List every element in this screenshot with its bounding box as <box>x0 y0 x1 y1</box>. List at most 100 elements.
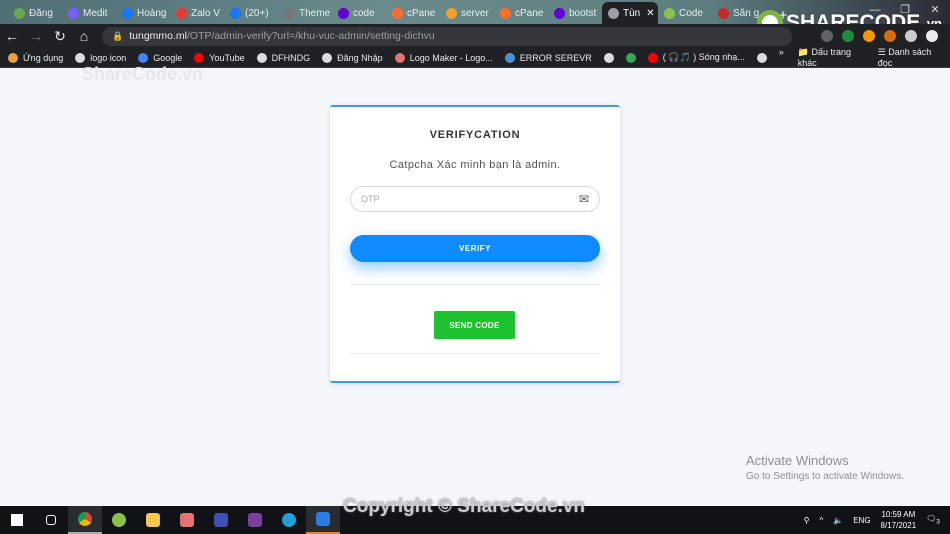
people-icon[interactable]: ⚲ <box>804 516 810 525</box>
bookmark-icon <box>256 52 267 63</box>
edge-icon[interactable] <box>272 506 306 534</box>
browser-tab[interactable]: code <box>332 2 386 24</box>
tab-favicon-icon <box>68 7 79 19</box>
browser-tab[interactable]: Tùn ✕ <box>602 2 658 24</box>
other-bookmarks-folder[interactable]: 📁 Dấu trang khác <box>798 47 864 68</box>
otp-field[interactable]: ✉ <box>350 186 600 212</box>
chevron-up-icon[interactable]: ^ <box>819 516 823 525</box>
envelope-open-icon: ✉ <box>578 192 589 206</box>
tab-label: code <box>353 7 375 19</box>
tab-favicon-icon <box>608 7 619 19</box>
tab-favicon-icon <box>664 7 675 19</box>
tab-favicon-icon <box>230 7 241 19</box>
bookmark-item[interactable]: Logo Maker - Logo... <box>394 52 493 63</box>
system-tray: ⚲ ^ 🔈 ENG 10:59 AM 8/17/2021 🗨3 <box>804 509 950 531</box>
bookmark-item[interactable]: DFHNDG <box>256 52 311 63</box>
browser-tab[interactable]: cPane <box>494 2 548 24</box>
browser-tab[interactable]: server <box>440 2 494 24</box>
browser-tab[interactable]: bootst <box>548 2 602 24</box>
bookmark-icon <box>322 52 333 63</box>
bookmark-label: Đăng Nhập <box>337 52 383 63</box>
extension-icon[interactable] <box>884 30 896 42</box>
bookmark-item[interactable]: logo icon <box>75 52 127 63</box>
watermark-text: ShareCode.vn <box>82 64 204 84</box>
tab-label: bootst <box>569 7 597 19</box>
browser-tab[interactable]: Medit <box>62 2 116 24</box>
winrar-icon[interactable] <box>238 506 272 534</box>
bookmark-item[interactable] <box>756 52 767 63</box>
bookmark-label: logo icon <box>90 52 127 63</box>
more-bookmarks-button[interactable]: » <box>779 47 784 68</box>
tab-label: Code <box>679 7 703 19</box>
close-tab-icon[interactable]: ✕ <box>646 8 654 19</box>
browser-tab[interactable]: Code <box>658 2 712 24</box>
browser-tab[interactable]: Hoàng <box>116 2 170 24</box>
bookmark-icon <box>625 52 636 63</box>
copyright-watermark: Copyright © ShareCode.vn <box>343 496 586 517</box>
avatar[interactable] <box>926 30 938 42</box>
notification-count: 3 <box>936 518 940 526</box>
tab-favicon-icon <box>122 7 133 19</box>
send-code-button[interactable]: SEND CODE <box>434 311 515 339</box>
bookmark-item[interactable]: Ứng dụng <box>8 52 63 63</box>
bookmark-item[interactable]: YouTube <box>194 52 245 63</box>
tab-favicon-icon <box>338 7 349 19</box>
bookmark-item[interactable]: ( 🎧🎵 ) Sóng nhạ... <box>647 52 745 63</box>
tab-label: Đăng <box>29 7 53 19</box>
tab-label: cPane <box>515 7 544 19</box>
activate-title: Activate Windows <box>746 453 849 468</box>
bookmark-item[interactable]: ERROR SEREVR <box>504 52 592 63</box>
bookmark-item[interactable] <box>603 52 614 63</box>
bookmark-item[interactable]: Google <box>138 52 183 63</box>
puzzle-icon[interactable] <box>905 30 917 42</box>
bookmark-label: DFHNDG <box>271 52 311 63</box>
lock-icon: 🔒 <box>112 30 124 41</box>
extension-icon[interactable] <box>863 30 875 42</box>
extensions <box>821 30 950 42</box>
otp-input[interactable] <box>361 194 579 204</box>
forward-icon[interactable]: → <box>24 28 48 44</box>
bookmark-icon <box>194 52 205 63</box>
reload-icon[interactable]: ↻ <box>48 28 72 45</box>
reading-list-label: Danh sách đọc <box>877 47 932 68</box>
tab-label: Zalo V <box>191 7 220 19</box>
language-indicator[interactable]: ENG <box>853 516 870 525</box>
bookmark-label: Google <box>153 52 183 63</box>
browser-tab[interactable]: (20+) <box>224 2 278 24</box>
url-input[interactable]: 🔒 tungmmo.ml/OTP/admin-verify?url=/khu-v… <box>102 26 792 46</box>
reading-list-button[interactable]: ☰ Danh sách đọc <box>878 47 940 68</box>
tab-favicon-icon <box>284 7 295 19</box>
browser-tab[interactable]: cPane <box>386 2 440 24</box>
tab-label: Medit <box>83 7 108 19</box>
card-title: VERIFYCATION <box>429 129 521 141</box>
bookmark-label: Logo Maker - Logo... <box>409 52 493 63</box>
translate-icon[interactable] <box>821 30 833 42</box>
tab-label: Săn g <box>733 7 760 19</box>
notifications-icon[interactable]: 🗨3 <box>926 514 940 526</box>
url-path: /OTP/admin-verify?url=/khu-vuc-admin/set… <box>186 30 435 42</box>
file-explorer-icon[interactable] <box>136 506 170 534</box>
chrome-taskbar-icon[interactable] <box>68 506 102 534</box>
app-taskbar-icon[interactable] <box>170 506 204 534</box>
browser-tab[interactable]: Theme <box>278 2 332 24</box>
tab-favicon-icon <box>176 7 187 19</box>
clock[interactable]: 10:59 AM 8/17/2021 <box>881 509 917 531</box>
verify-card: VERIFYCATION Catpcha Xác minh bạn là adm… <box>330 105 620 383</box>
bookmark-item[interactable] <box>625 52 636 63</box>
browser-tab[interactable]: Zalo V <box>170 2 224 24</box>
start-button[interactable] <box>0 506 34 534</box>
app-taskbar-icon[interactable] <box>102 506 136 534</box>
bookmark-icon <box>647 52 658 63</box>
extension-icon[interactable] <box>842 30 854 42</box>
browser-tab[interactable]: Đăng <box>8 2 62 24</box>
address-bar-row: ← → ↻ ⌂ 🔒 tungmmo.ml/OTP/admin-verify?ur… <box>0 24 950 48</box>
bookmark-item[interactable]: Đăng Nhập <box>322 52 383 63</box>
bookmark-label: ( 🎧🎵 ) Sóng nhạ... <box>662 52 745 62</box>
task-view-icon[interactable] <box>34 506 68 534</box>
verify-button[interactable]: VERIFY <box>350 235 600 262</box>
app-taskbar-icon[interactable] <box>306 506 340 534</box>
app-taskbar-icon[interactable] <box>204 506 238 534</box>
back-icon[interactable]: ← <box>0 28 24 44</box>
home-icon[interactable]: ⌂ <box>72 28 96 44</box>
volume-icon[interactable]: 🔈 <box>833 516 843 525</box>
